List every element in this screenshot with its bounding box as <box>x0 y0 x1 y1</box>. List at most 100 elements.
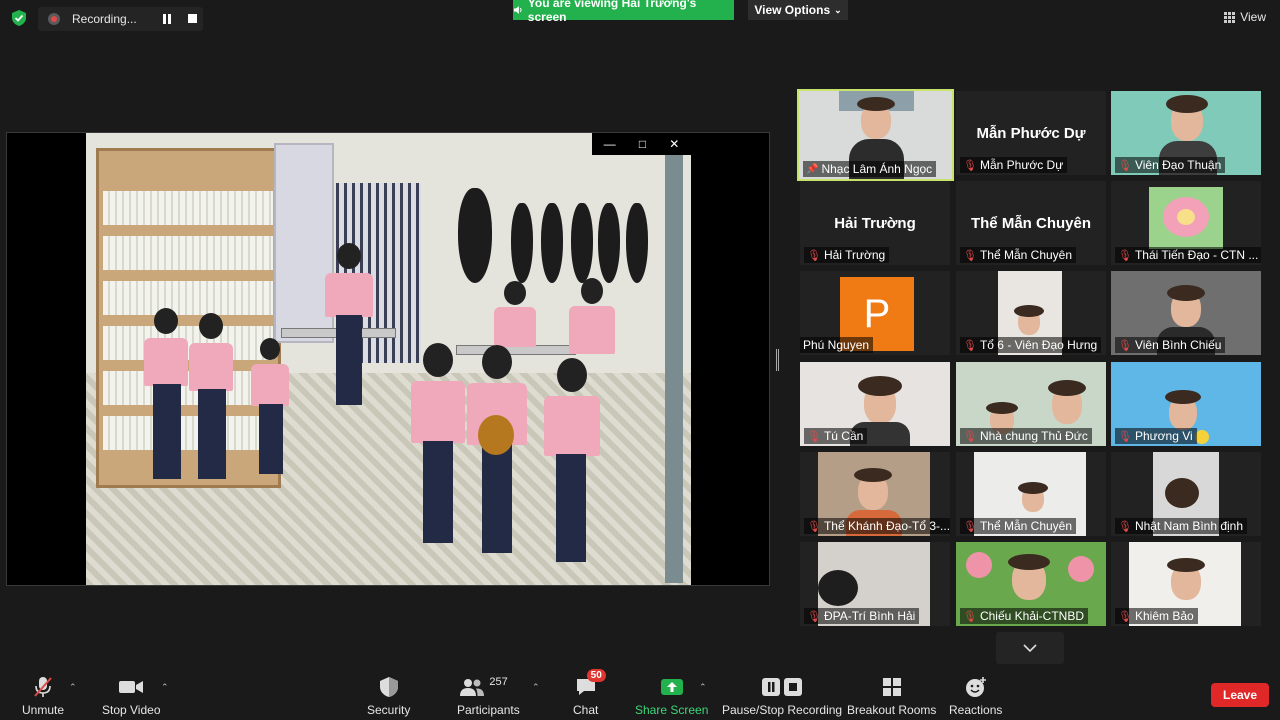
participant-tile[interactable]: 🎙 Phương Vi <box>1111 362 1261 446</box>
security-button[interactable]: Security <box>367 674 410 717</box>
mic-muted-icon: 🎙 <box>963 249 977 262</box>
stop-recording-icon[interactable] <box>188 14 197 23</box>
chat-button[interactable]: 50 Chat <box>573 669 606 717</box>
chevron-down-icon <box>1023 644 1037 652</box>
participant-name: Hải Trường <box>823 248 886 262</box>
participant-name: Phương Vi <box>1134 429 1193 443</box>
participant-tile[interactable]: 🎙 Khiêm Bảo <box>1111 542 1261 626</box>
mic-muted-icon: 🎙 <box>1118 339 1132 352</box>
participant-tile[interactable]: 🎙 Chiếu Khải-CTNBD <box>956 542 1106 626</box>
participant-name: Viên Bình Chiếu <box>1134 338 1222 352</box>
participant-name: Phú Nguyen <box>803 338 870 352</box>
participant-tile[interactable]: Thể Mẫn Chuyên 🎙 Thể Mẫn Chuyên <box>956 181 1106 265</box>
leave-button[interactable]: Leave <box>1211 683 1269 707</box>
mic-muted-icon: 🎙 <box>807 430 821 443</box>
participant-tile[interactable]: 🎙 Tú Cần <box>800 362 950 446</box>
video-camera-icon <box>119 681 144 693</box>
mic-muted-icon: 🎙 <box>963 159 977 172</box>
participant-tile[interactable]: Hải Trường 🎙 Hải Trường <box>800 181 950 265</box>
participant-display-name: Thể Mẫn Chuyên <box>970 215 1091 232</box>
participant-tile[interactable]: P Phú Nguyen <box>800 271 950 355</box>
pause-stop-recording-button[interactable]: Pause/Stop Recording <box>722 674 842 717</box>
mic-muted-icon <box>34 677 52 697</box>
participants-button[interactable]: 257 Participants <box>457 674 520 717</box>
participant-tile[interactable]: 🎙 Thái Tiến Đạo - CTN ... <box>1111 181 1261 265</box>
mic-muted-icon: 🎙 <box>1118 430 1132 443</box>
gallery-next-page-button[interactable] <box>996 632 1064 664</box>
shared-video-content: — □ ✕ <box>86 133 691 585</box>
mic-muted-icon: 🎙 <box>1118 610 1132 623</box>
participants-label: Participants <box>457 703 520 717</box>
breakout-rooms-icon <box>882 678 901 696</box>
security-label: Security <box>367 703 411 717</box>
view-button[interactable]: View <box>1224 10 1266 24</box>
share-screen-arrow-icon <box>660 679 683 695</box>
speaker-icon <box>513 6 522 14</box>
mic-muted-icon: 🎙 <box>963 520 977 533</box>
share-options-caret-icon[interactable]: ⌃ <box>699 682 707 693</box>
participant-name: Tú Cần <box>823 429 864 443</box>
shared-screen[interactable]: — □ ✕ <box>6 132 770 586</box>
pin-icon: 📌 <box>806 163 819 175</box>
security-shield-icon[interactable] <box>10 9 28 27</box>
participant-name: ĐPA-Trí Bình Hải <box>823 609 916 623</box>
breakout-rooms-button[interactable]: Breakout Rooms <box>847 674 936 717</box>
participants-caret-icon[interactable]: ⌃ <box>532 682 540 693</box>
close-icon[interactable]: ✕ <box>669 137 679 151</box>
resize-divider-handle[interactable] <box>776 349 779 371</box>
shared-window-controls: — □ ✕ <box>592 133 691 155</box>
share-screen-button[interactable]: Share Screen <box>635 674 708 717</box>
participant-tile[interactable]: 🎙 Viên Bình Chiếu <box>1111 271 1261 355</box>
participant-name: Nhật Nam Bình định <box>1134 519 1244 533</box>
recording-label: Recording... <box>72 12 137 26</box>
participants-count: 257 <box>489 676 508 688</box>
mic-muted-icon: 🎙 <box>963 339 977 352</box>
participant-tile[interactable]: 🎙 ĐPA-Trí Bình Hải <box>800 542 950 626</box>
participant-tile[interactable]: 🎙 Thể Khánh Đạo-Tổ 3-... <box>800 452 950 536</box>
security-shield-icon <box>379 677 398 697</box>
minimize-icon[interactable]: — <box>604 137 616 151</box>
stop-video-label: Stop Video <box>102 703 161 717</box>
zoom-meeting-window: Recording... You are viewing Hải Trường'… <box>0 0 1280 720</box>
participant-name: Thể Khánh Đạo-Tổ 3-... <box>823 519 950 533</box>
participant-name: Nhà chung Thủ Đức <box>979 429 1088 443</box>
participant-name: Nhạc Lâm Ánh Ngọc <box>821 162 933 176</box>
participant-tile[interactable]: Mẫn Phước Dự 🎙 Mẫn Phước Dự <box>956 91 1106 175</box>
scene-pipe <box>665 143 683 583</box>
reactions-smiley-icon <box>965 677 986 697</box>
reactions-button[interactable]: Reactions <box>949 674 1002 717</box>
participant-name: Mẫn Phước Dự <box>979 158 1064 172</box>
participant-name: Thể Mẫn Chuyên <box>979 519 1073 533</box>
mic-muted-icon: 🎙 <box>807 610 821 623</box>
participant-tile[interactable]: 🎙 Viên Đạo Thuận <box>1111 91 1261 175</box>
audio-options-caret-icon[interactable]: ⌃ <box>69 682 77 693</box>
participant-name: Khiêm Bảo <box>1134 609 1194 623</box>
participant-tile[interactable]: 🎙 Nhật Nam Bình định <box>1111 452 1261 536</box>
mic-muted-icon: 🎙 <box>1118 159 1132 172</box>
participant-tile[interactable]: 🎙 Nhà chung Thủ Đức <box>956 362 1106 446</box>
view-options-button[interactable]: View Options ⌄ <box>748 0 848 20</box>
participant-tile[interactable]: 📌 Nhạc Lâm Ánh Ngọc <box>797 89 954 181</box>
mic-muted-icon: 🎙 <box>1118 520 1132 533</box>
mic-muted-icon: 🎙 <box>807 520 821 533</box>
participant-name: Thái Tiến Đạo - CTN ... <box>1134 248 1259 262</box>
pause-recording-icon[interactable] <box>163 14 173 24</box>
maximize-icon[interactable]: □ <box>639 137 646 151</box>
unmute-button[interactable]: Unmute <box>22 674 64 717</box>
participant-tile[interactable]: 🎙 Tổ 6 - Viên Đạo Hưng <box>956 271 1106 355</box>
stop-video-button[interactable]: Stop Video <box>102 674 161 717</box>
breakout-rooms-label: Breakout Rooms <box>847 703 937 717</box>
participant-name: Tổ 6 - Viên Đạo Hưng <box>979 338 1098 352</box>
video-options-caret-icon[interactable]: ⌃ <box>161 682 169 693</box>
view-label: View <box>1240 10 1266 24</box>
mic-muted-icon: 🎙 <box>807 249 821 262</box>
viewing-banner-text: You are viewing Hải Trường's screen <box>527 0 697 24</box>
chat-label: Chat <box>573 703 599 717</box>
view-options-label: View Options <box>754 3 831 17</box>
participant-name: Thể Mẫn Chuyên <box>979 248 1073 262</box>
participants-icon <box>460 679 485 696</box>
pause-stop-icon <box>762 678 803 696</box>
participant-name: Chiếu Khải-CTNBD <box>979 609 1085 623</box>
viewing-screen-banner: You are viewing Hải Trường's screen <box>513 0 734 24</box>
participant-tile[interactable]: 🎙 Thể Mẫn Chuyên <box>956 452 1106 536</box>
